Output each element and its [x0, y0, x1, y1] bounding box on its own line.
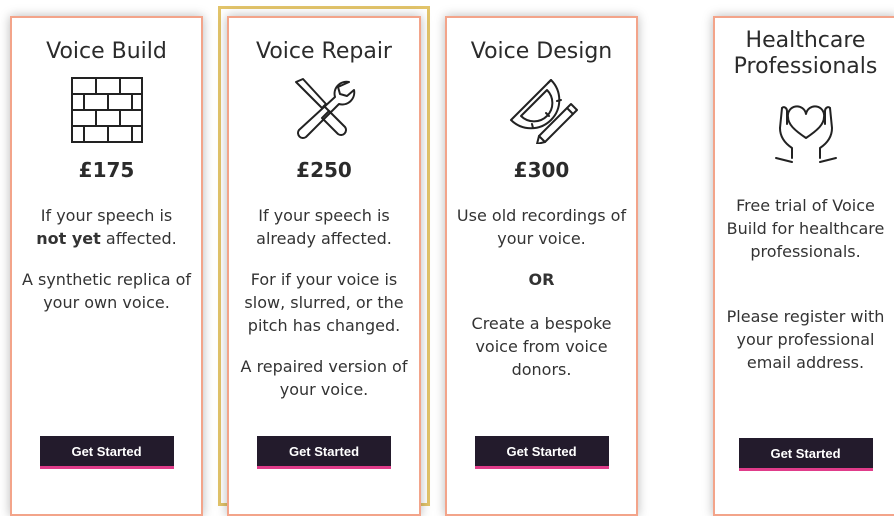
brick-wall-icon [70, 76, 144, 148]
card-voice-design: Voice Design £300 Use old recordings of … [445, 16, 638, 516]
card-title: Healthcare Professionals [733, 28, 878, 79]
card-voice-build: Voice Build £175 If your speech is not y… [10, 16, 203, 516]
card-voice-repair: Voice Repair £250 If your speech is alre… [227, 16, 421, 516]
wrench-screwdriver-icon [291, 76, 357, 148]
card-healthcare-professionals: Healthcare Professionals Free trial of V… [713, 16, 894, 516]
heart-hands-icon [774, 98, 838, 168]
card-summary: A synthetic replica of your own voice. [21, 270, 192, 312]
price: £175 [78, 158, 135, 182]
get-started-button[interactable]: Get Started [39, 436, 174, 469]
description-text: affected. [105, 229, 177, 248]
price: £300 [513, 158, 570, 182]
card-details: For if your voice is slow, slurred, or t… [244, 270, 404, 335]
protractor-pencil-icon [505, 76, 579, 148]
card-description: If your speech is not yet affected. [18, 204, 195, 250]
get-started-button[interactable]: Get Started [474, 436, 609, 469]
card-title: Voice Repair [256, 39, 392, 64]
price: £250 [296, 158, 352, 182]
or-divider: OR [528, 270, 555, 289]
card-description: Free trial of Voice Build for healthcare… [726, 196, 885, 261]
card-summary: Please register with your professional e… [726, 307, 885, 372]
get-started-button[interactable]: Get Started [738, 438, 873, 471]
card-description: If your speech is already affected. [256, 206, 392, 248]
card-title: Voice Build [46, 39, 167, 64]
description-text: If your speech is [40, 206, 173, 225]
get-started-button[interactable]: Get Started [257, 436, 391, 469]
card-title: Voice Design [470, 39, 613, 64]
card-summary: A repaired version of your voice. [240, 357, 408, 399]
description-emphasis: not yet [36, 229, 101, 248]
card-summary: Create a bespoke voice from voice donors… [471, 314, 612, 379]
card-description: Use old recordings of your voice. [456, 206, 627, 248]
